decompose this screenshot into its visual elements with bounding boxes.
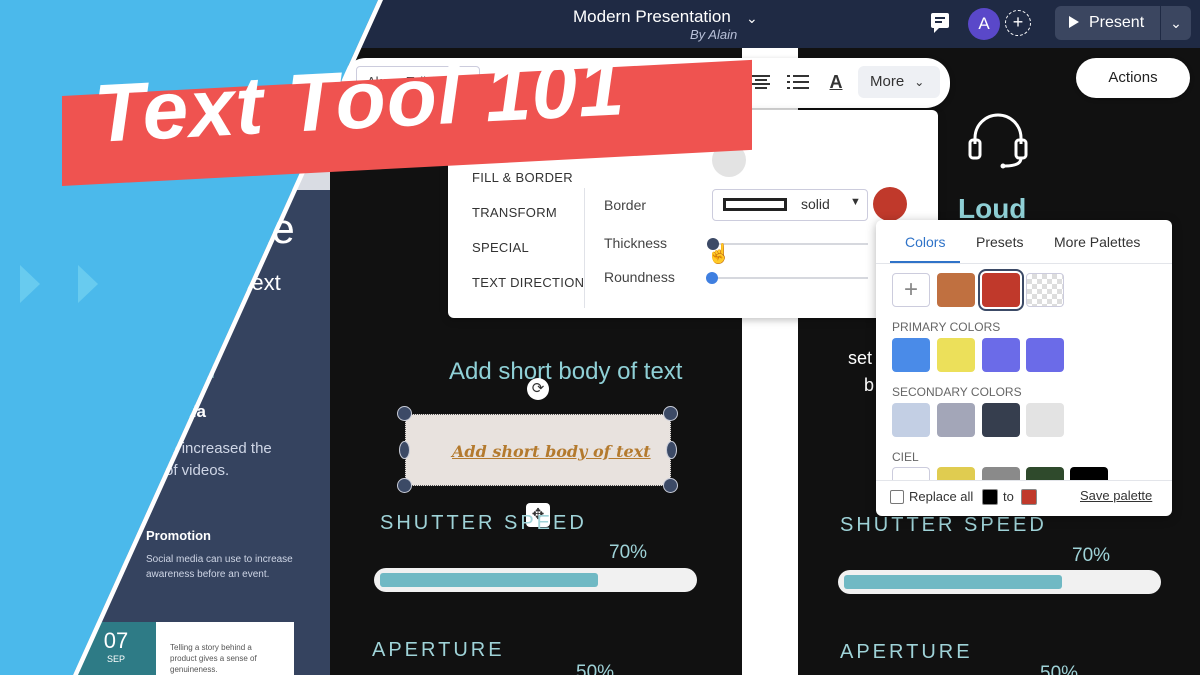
chevron-right-icon xyxy=(78,265,98,303)
chevron-right-icon xyxy=(20,265,40,303)
app-root: Modern Presentation ⌄ By Alain A + Prese… xyxy=(0,0,1200,675)
